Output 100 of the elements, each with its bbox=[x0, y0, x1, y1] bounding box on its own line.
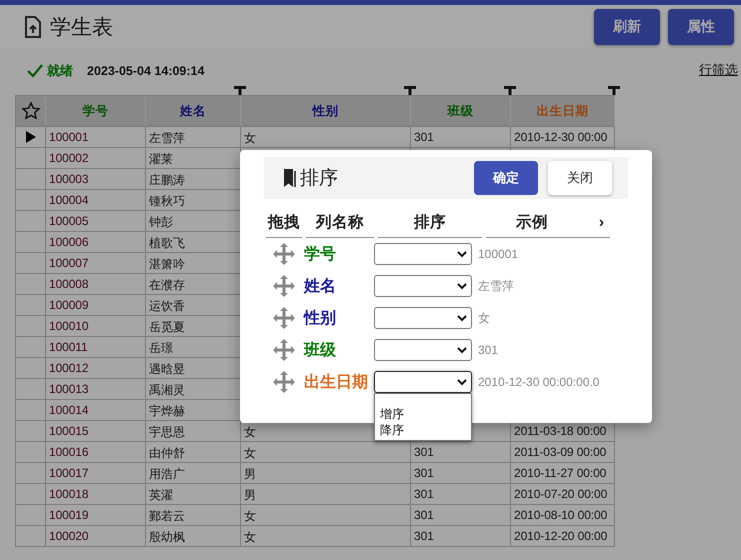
table-cell: 殷幼枫 bbox=[146, 526, 241, 547]
drag-handle-icon bbox=[272, 338, 296, 362]
status-label: 就绪 bbox=[47, 62, 73, 80]
row-header-cell[interactable] bbox=[16, 463, 46, 484]
table-cell: 由仲舒 bbox=[146, 442, 241, 463]
drag-handle-icon bbox=[272, 370, 296, 394]
file-upload-icon bbox=[24, 16, 42, 38]
example-value: 左雪萍 bbox=[478, 278, 515, 294]
row-header-cell[interactable] bbox=[16, 379, 46, 400]
row-header-cell[interactable] bbox=[16, 526, 46, 547]
chevron-down-icon bbox=[457, 282, 467, 290]
table-cell: 100018 bbox=[46, 484, 146, 505]
column-header[interactable]: 姓名 bbox=[146, 96, 241, 127]
table-cell: 100007 bbox=[46, 253, 146, 274]
table-cell: 宇思恩 bbox=[146, 421, 241, 442]
example-value: 100001 bbox=[478, 247, 520, 261]
table-cell: 100009 bbox=[46, 295, 146, 316]
table-cell: 100015 bbox=[46, 421, 146, 442]
dialog-title: 排序 bbox=[300, 167, 339, 191]
row-header-cell[interactable] bbox=[16, 484, 46, 505]
table-cell: 女 bbox=[241, 526, 411, 547]
selected-row-icon bbox=[26, 131, 36, 143]
table-cell: 2011-03-09 00:00 bbox=[511, 442, 615, 463]
table-cell: 100010 bbox=[46, 316, 146, 337]
row-header-cell[interactable] bbox=[16, 274, 46, 295]
table-cell: 100006 bbox=[46, 232, 146, 253]
drag-handle-icon bbox=[272, 274, 296, 298]
table-cell: 301 bbox=[411, 463, 511, 484]
row-header-cell[interactable] bbox=[16, 211, 46, 232]
chevron-down-icon bbox=[457, 250, 467, 258]
table-cell: 女 bbox=[241, 442, 411, 463]
table-cell: 100020 bbox=[46, 526, 146, 547]
next-arrow[interactable]: › bbox=[598, 210, 604, 237]
row-header-cell[interactable] bbox=[16, 400, 46, 421]
chevron-down-icon bbox=[457, 378, 467, 386]
table-cell: 男 bbox=[241, 463, 411, 484]
column-resize-icon bbox=[233, 85, 247, 95]
column-header: 示例 bbox=[516, 213, 548, 233]
example-value: 女 bbox=[478, 310, 491, 326]
drag-handle-icon bbox=[272, 306, 296, 330]
row-header-cell[interactable] bbox=[16, 316, 46, 337]
toolbar-button[interactable]: 刷新 bbox=[594, 8, 660, 44]
row-header-cell[interactable] bbox=[16, 169, 46, 190]
table-cell: 100013 bbox=[46, 379, 146, 400]
column-header[interactable]: 学号 bbox=[46, 96, 146, 127]
column-header: 拖拽 bbox=[266, 210, 302, 238]
chevron-down-icon bbox=[457, 346, 467, 354]
row-header-cell[interactable] bbox=[16, 295, 46, 316]
table-cell: 2010-08-10 00:00 bbox=[511, 505, 615, 526]
row-header-cell[interactable] bbox=[16, 421, 46, 442]
row-header-cell[interactable] bbox=[16, 337, 46, 358]
row-header-cell[interactable] bbox=[16, 190, 46, 211]
example-value: 2010-12-30 00:00:00.0 bbox=[478, 375, 600, 389]
table-cell: 2010-07-20 00:00 bbox=[511, 484, 615, 505]
star-icon bbox=[20, 101, 40, 121]
column-name: 班级 bbox=[304, 340, 337, 360]
table-cell: 100001 bbox=[46, 127, 146, 148]
table-cell: 100002 bbox=[46, 148, 146, 169]
row-header-cell[interactable] bbox=[16, 253, 46, 274]
toolbar-button[interactable]: 属性 bbox=[668, 8, 734, 44]
table-cell: 100011 bbox=[46, 337, 146, 358]
dropdown-option[interactable]: 增序 bbox=[375, 406, 471, 422]
table-cell: 100008 bbox=[46, 274, 146, 295]
table-cell: 女 bbox=[241, 127, 411, 148]
column-header: 列名称 bbox=[306, 210, 374, 238]
drag-handle-icon bbox=[272, 242, 296, 266]
row-header-cell[interactable] bbox=[16, 505, 46, 526]
table-cell: 女 bbox=[241, 505, 411, 526]
table-cell: 100005 bbox=[46, 211, 146, 232]
table-cell: 用浩广 bbox=[146, 463, 241, 484]
table-cell: 301 bbox=[411, 526, 511, 547]
table-cell: 100012 bbox=[46, 358, 146, 379]
row-header-cell[interactable] bbox=[16, 232, 46, 253]
row-header-cell[interactable] bbox=[16, 148, 46, 169]
table-cell: 301 bbox=[411, 442, 511, 463]
column-header[interactable]: 性别 bbox=[241, 96, 411, 127]
table-cell: 100019 bbox=[46, 505, 146, 526]
row-header-cell[interactable] bbox=[16, 442, 46, 463]
table-cell: 鄞若云 bbox=[146, 505, 241, 526]
row-header-cell[interactable] bbox=[16, 358, 46, 379]
table-cell: 301 bbox=[411, 505, 511, 526]
table-cell: 100014 bbox=[46, 400, 146, 421]
bookmark-icon bbox=[282, 168, 298, 188]
confirm-button[interactable]: 确定 bbox=[474, 161, 538, 195]
column-resize-icon bbox=[403, 85, 417, 95]
sort-select[interactable] bbox=[374, 371, 472, 393]
table-cell: 100003 bbox=[46, 169, 146, 190]
table-cell: 100004 bbox=[46, 190, 146, 211]
table-cell: 100016 bbox=[46, 442, 146, 463]
column-name: 学号 bbox=[304, 244, 337, 264]
table-cell: 2010-11-27 00:00 bbox=[511, 463, 615, 484]
row-header-cell[interactable] bbox=[16, 127, 46, 148]
table-cell: 左雪萍 bbox=[146, 127, 241, 148]
example-value: 301 bbox=[478, 343, 500, 357]
row-filter-link[interactable]: 行筛选 bbox=[699, 61, 738, 79]
column-name: 出生日期 bbox=[304, 372, 369, 392]
column-resize-icon bbox=[503, 85, 517, 95]
column-name: 性别 bbox=[304, 308, 337, 328]
column-header[interactable]: 班级 bbox=[411, 96, 511, 127]
close-button[interactable]: 关闭 bbox=[548, 161, 612, 195]
